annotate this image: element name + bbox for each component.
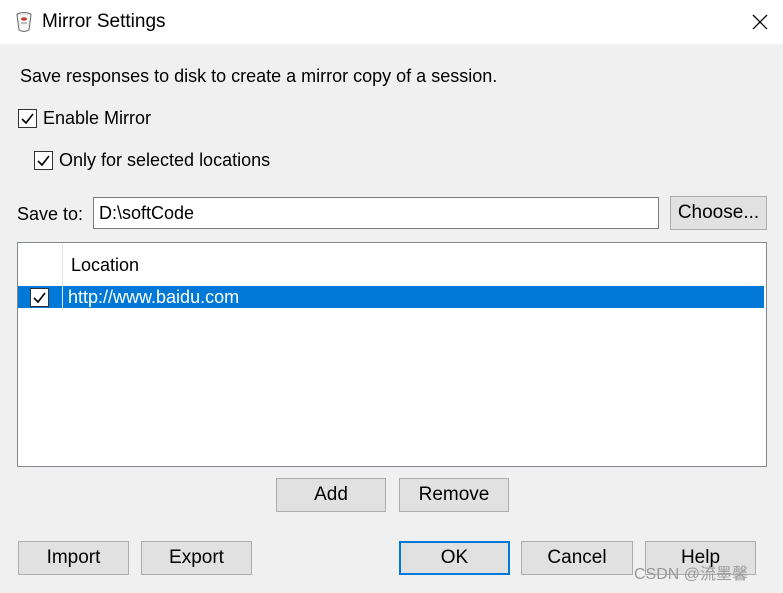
export-button[interactable]: Export	[141, 541, 252, 575]
enable-mirror-option[interactable]: Enable Mirror	[18, 106, 151, 130]
location-table[interactable]: Location http://www.baidu.com	[17, 242, 767, 467]
close-button[interactable]	[736, 0, 783, 44]
only-selected-label: Only for selected locations	[59, 150, 271, 170]
checkmark-icon	[37, 155, 50, 166]
enable-mirror-checkbox[interactable]	[18, 108, 37, 128]
ok-button[interactable]: OK	[399, 541, 510, 575]
table-row[interactable]: http://www.baidu.com	[18, 286, 764, 308]
only-selected-option[interactable]: Only for selected locations	[34, 148, 270, 172]
row-location: http://www.baidu.com	[68, 287, 240, 307]
fiddler-app-icon	[14, 11, 34, 33]
checkmark-icon	[21, 113, 34, 124]
save-to-label: Save to:	[17, 204, 84, 224]
row-checkbox[interactable]	[30, 288, 49, 307]
description-text: Save responses to disk to create a mirro…	[20, 66, 498, 86]
remove-button[interactable]: Remove	[399, 478, 509, 512]
title-bar: Mirror Settings	[0, 0, 783, 44]
cancel-button[interactable]: Cancel	[521, 541, 633, 575]
close-icon	[752, 14, 767, 30]
enable-mirror-label: Enable Mirror	[43, 108, 152, 128]
import-button[interactable]: Import	[18, 541, 129, 575]
watermark-text: CSDN @流墨馨	[634, 566, 749, 583]
column-divider	[62, 243, 63, 311]
location-column-header[interactable]: Location	[71, 253, 139, 277]
save-to-input[interactable]	[93, 197, 659, 229]
only-selected-checkbox[interactable]	[34, 150, 53, 170]
choose-button[interactable]: Choose...	[670, 196, 767, 230]
table-header: Location	[18, 243, 766, 287]
checkmark-icon	[33, 292, 46, 304]
window-title: Mirror Settings	[42, 11, 166, 32]
add-button[interactable]: Add	[276, 478, 386, 512]
